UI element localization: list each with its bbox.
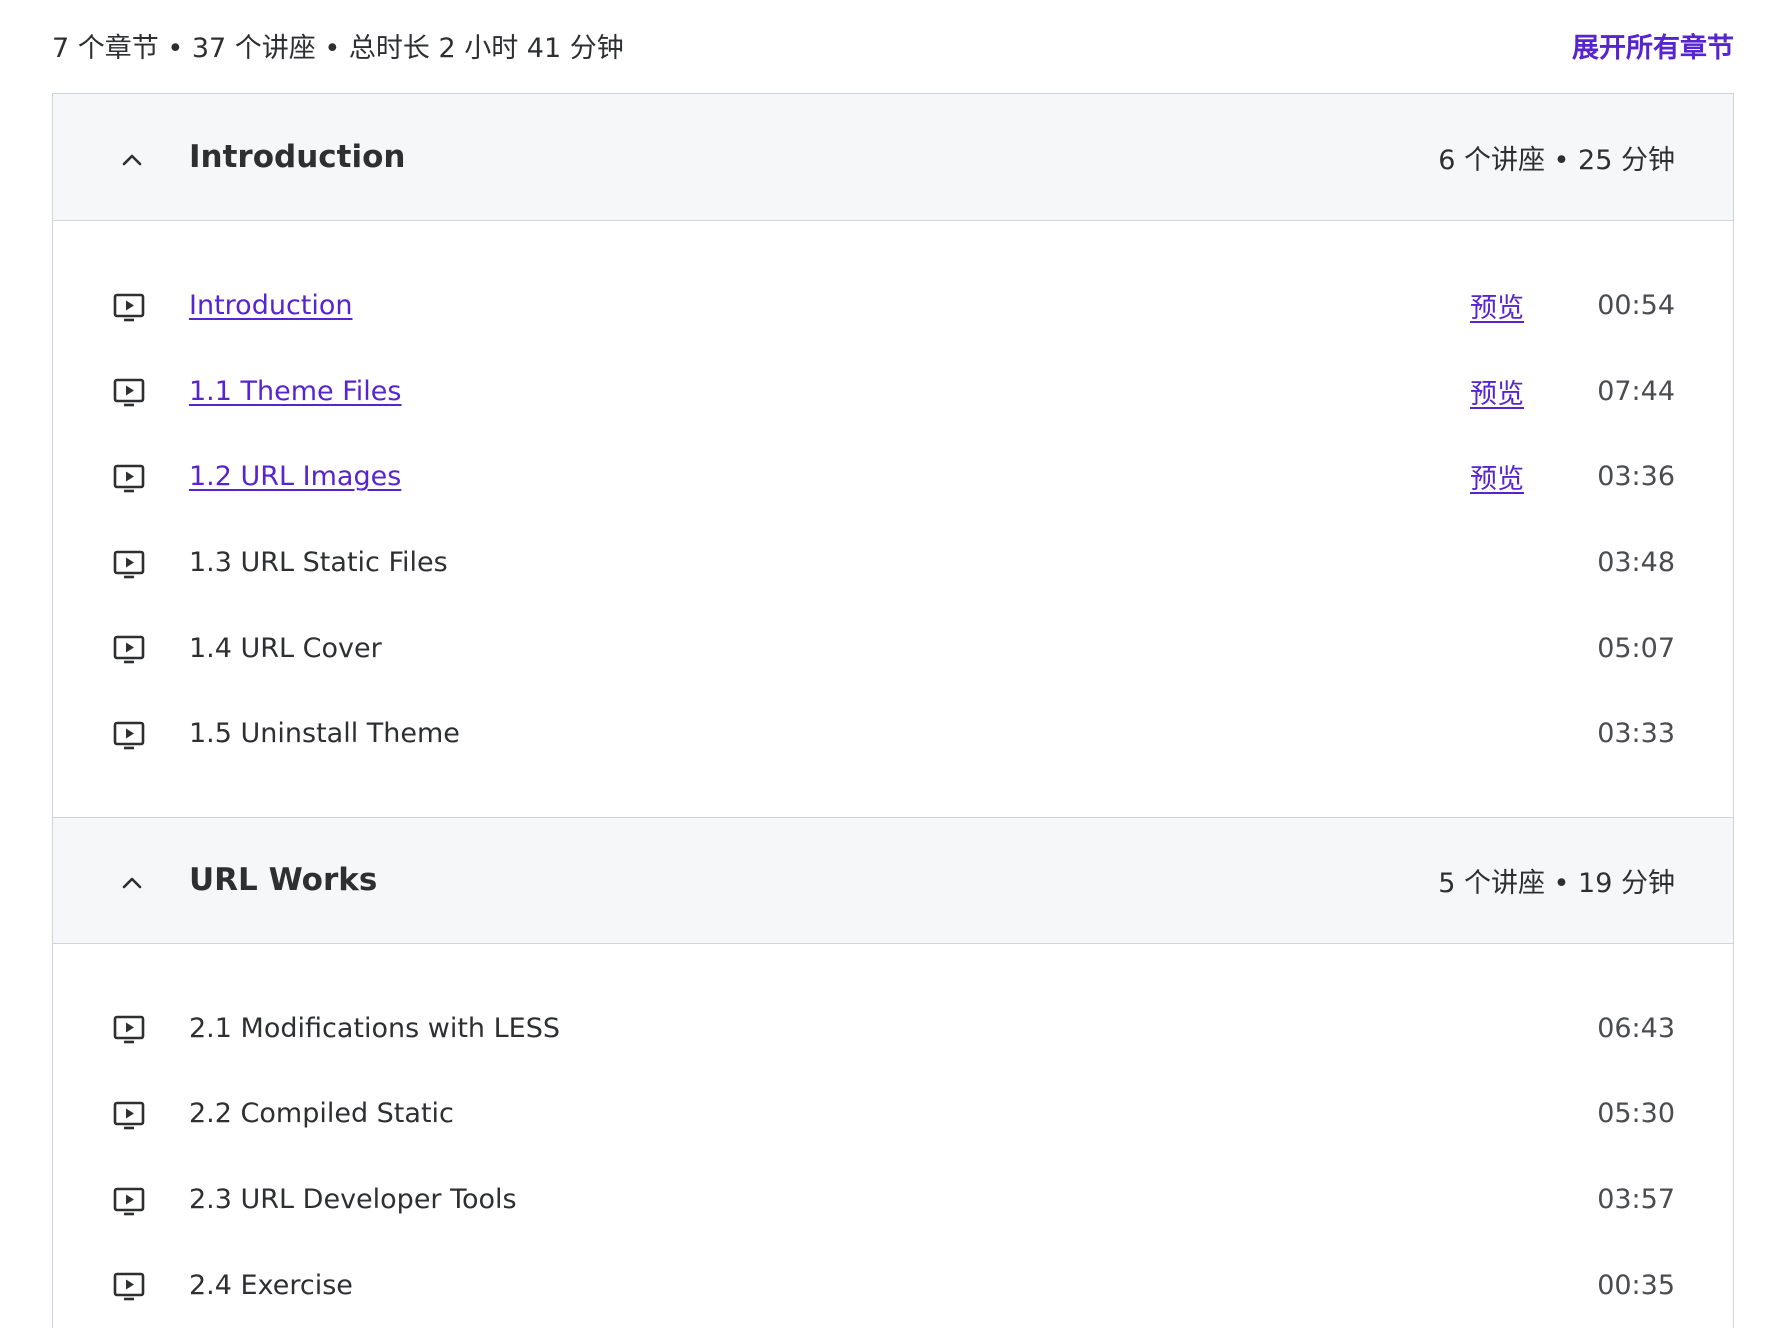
lecture-title: 2.4 Exercise — [189, 1269, 353, 1301]
lecture-item: 1.2 URL Images 预览 03:36 — [53, 434, 1733, 520]
expand-all-sections-button[interactable]: 展开所有章节 — [1572, 26, 1734, 65]
lecture-duration: 07:44 — [1597, 375, 1675, 407]
lecture-title: 1.3 URL Static Files — [189, 547, 448, 579]
preview-link[interactable]: 预览 — [1470, 286, 1524, 325]
lecture-duration: 03:33 — [1597, 718, 1675, 750]
lecture-title-link[interactable]: 1.1 Theme Files — [189, 376, 401, 407]
section-header-url-works[interactable]: URL Works 5 个讲座 • 19 分钟 — [53, 816, 1733, 944]
video-play-icon — [113, 721, 145, 750]
video-play-icon — [113, 550, 145, 578]
lecture-duration: 03:57 — [1597, 1184, 1675, 1216]
lecture-item: 2.4 Exercise 00:35 — [53, 1242, 1733, 1328]
lecture-duration: 03:36 — [1597, 461, 1675, 493]
course-content-page: 7 个章节 • 37 个讲座 • 总时长 2 小时 41 分钟 展开所有章节 I… — [0, 0, 1776, 1328]
section-meta: 5 个讲座 • 19 分钟 — [1438, 867, 1675, 899]
lecture-title: 2.2 Compiled Static — [189, 1098, 454, 1130]
chevron-up-icon — [122, 877, 142, 889]
section-title: Introduction — [189, 139, 406, 175]
video-play-icon — [113, 293, 145, 322]
lecture-title: 2.1 Modifications with LESS — [189, 1012, 560, 1044]
lecture-list: Introduction 预览 00:54 1.1 Theme Files 预览… — [53, 221, 1733, 817]
lecture-title: 1.5 Uninstall Theme — [189, 718, 460, 750]
lecture-duration: 05:30 — [1597, 1098, 1675, 1130]
video-play-icon — [113, 379, 145, 407]
curriculum-summary-bar: 7 个章节 • 37 个讲座 • 总时长 2 小时 41 分钟 展开所有章节 — [52, 22, 1734, 68]
lecture-title-link[interactable]: Introduction — [189, 290, 353, 321]
lecture-title: 1.4 URL Cover — [189, 632, 382, 664]
lecture-list: 2.1 Modifications with LESS 06:43 2.2 Co… — [53, 944, 1733, 1328]
lecture-duration: 05:07 — [1597, 632, 1675, 664]
video-play-icon — [113, 1016, 145, 1044]
video-play-icon — [113, 1101, 145, 1130]
curriculum-accordion: Introduction 6 个讲座 • 25 分钟 Introduction … — [52, 93, 1734, 1328]
preview-link[interactable]: 预览 — [1470, 372, 1524, 411]
section-title: URL Works — [189, 862, 378, 899]
preview-link[interactable]: 预览 — [1470, 457, 1524, 496]
lecture-duration: 03:48 — [1597, 547, 1675, 579]
lecture-item: 2.3 URL Developer Tools 03:57 — [53, 1157, 1733, 1243]
lecture-item: 1.3 URL Static Files 03:48 — [53, 520, 1733, 606]
lecture-item: 2.2 Compiled Static 05:30 — [53, 1071, 1733, 1157]
lecture-item: 1.1 Theme Files 预览 07:44 — [53, 349, 1733, 435]
section-meta: 6 个讲座 • 25 分钟 — [1438, 144, 1675, 176]
lecture-duration: 00:35 — [1597, 1269, 1675, 1301]
lecture-item: Introduction 预览 00:54 — [53, 263, 1733, 349]
video-play-icon — [113, 1187, 145, 1215]
video-play-icon — [113, 635, 145, 664]
chevron-up-icon — [122, 154, 142, 166]
video-play-icon — [113, 464, 145, 493]
lecture-item: 1.4 URL Cover 05:07 — [53, 605, 1733, 691]
section-header-introduction[interactable]: Introduction 6 个讲座 • 25 分钟 — [53, 94, 1733, 221]
lecture-title-link[interactable]: 1.2 URL Images — [189, 461, 401, 492]
lecture-title: 2.3 URL Developer Tools — [189, 1184, 517, 1216]
video-play-icon — [113, 1272, 145, 1301]
lecture-item: 2.1 Modifications with LESS 06:43 — [53, 986, 1733, 1072]
lecture-duration: 00:54 — [1597, 290, 1675, 322]
lecture-duration: 06:43 — [1597, 1012, 1675, 1044]
curriculum-summary: 7 个章节 • 37 个讲座 • 总时长 2 小时 41 分钟 — [52, 32, 624, 64]
lecture-item: 1.5 Uninstall Theme 03:33 — [53, 691, 1733, 777]
